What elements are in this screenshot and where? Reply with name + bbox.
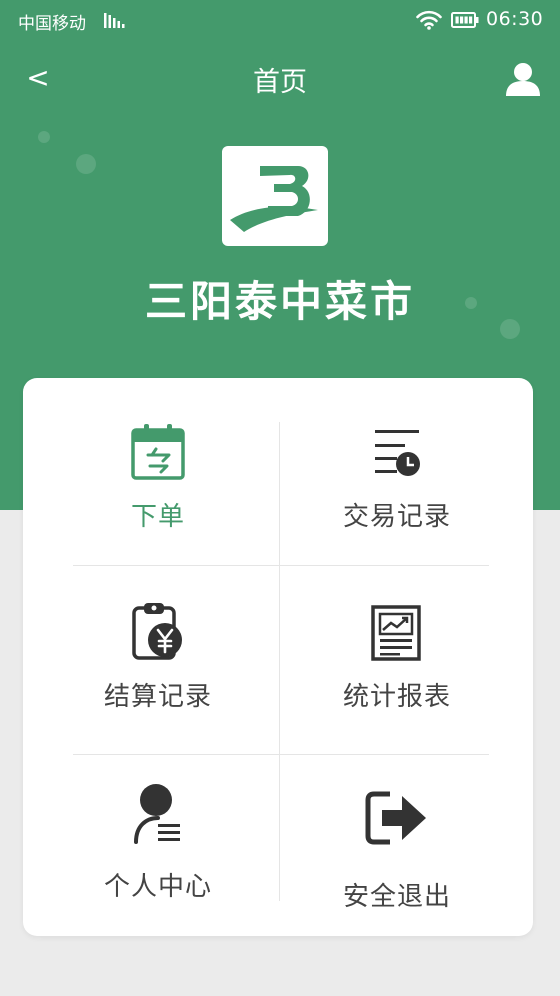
status-bar: 中国移动 06:30: [0, 0, 560, 40]
menu-item-settlement-records[interactable]: 结算记录: [40, 600, 276, 713]
decor-dot: [38, 131, 50, 143]
menu-item-statistics-report[interactable]: 统计报表: [279, 604, 515, 713]
wifi-icon: [416, 10, 442, 30]
user-profile-button[interactable]: [503, 58, 543, 98]
menu-item-personal-center[interactable]: 个人中心: [40, 782, 276, 903]
calendar-icon: [131, 424, 185, 480]
status-time: 06:30: [486, 8, 544, 30]
menu-item-logout[interactable]: 安全退出: [279, 788, 515, 913]
back-button[interactable]: <: [18, 58, 58, 98]
menu-item-label: 统计报表: [342, 682, 451, 712]
decor-dot: [500, 319, 520, 339]
clipboard-yen-icon: [132, 603, 182, 660]
menu-item-label: 下单: [130, 502, 185, 532]
menu-item-label: 安全退出: [342, 882, 451, 912]
person-list-icon: [134, 784, 180, 844]
menu-item-label: 结算记录: [103, 682, 212, 712]
decor-dot: [76, 154, 96, 174]
signal-icon: [104, 13, 125, 28]
menu-card: 下单 交易记录 结算记录 统计报表 个人中心 安全退出: [23, 378, 533, 936]
brand-logo-b-icon: [230, 166, 318, 232]
list-clock-icon: [375, 430, 420, 476]
brand-logo: [222, 146, 328, 246]
row-divider: [73, 754, 489, 755]
battery-icon: [451, 12, 479, 28]
page-title: 首页: [253, 67, 307, 98]
nav-bar: < 首页: [0, 52, 560, 104]
menu-item-label: 个人中心: [103, 872, 212, 902]
report-chart-icon: [371, 605, 421, 661]
menu-item-transaction-records[interactable]: 交易记录: [279, 422, 515, 533]
carrier-name: 中国移动: [18, 14, 86, 34]
brand-name: 三阳泰中菜市: [144, 277, 415, 326]
user-icon: [506, 63, 540, 96]
menu-item-label: 交易记录: [342, 502, 451, 532]
menu-item-order[interactable]: 下单: [40, 422, 276, 533]
row-divider: [73, 565, 489, 566]
logout-icon: [365, 791, 426, 845]
